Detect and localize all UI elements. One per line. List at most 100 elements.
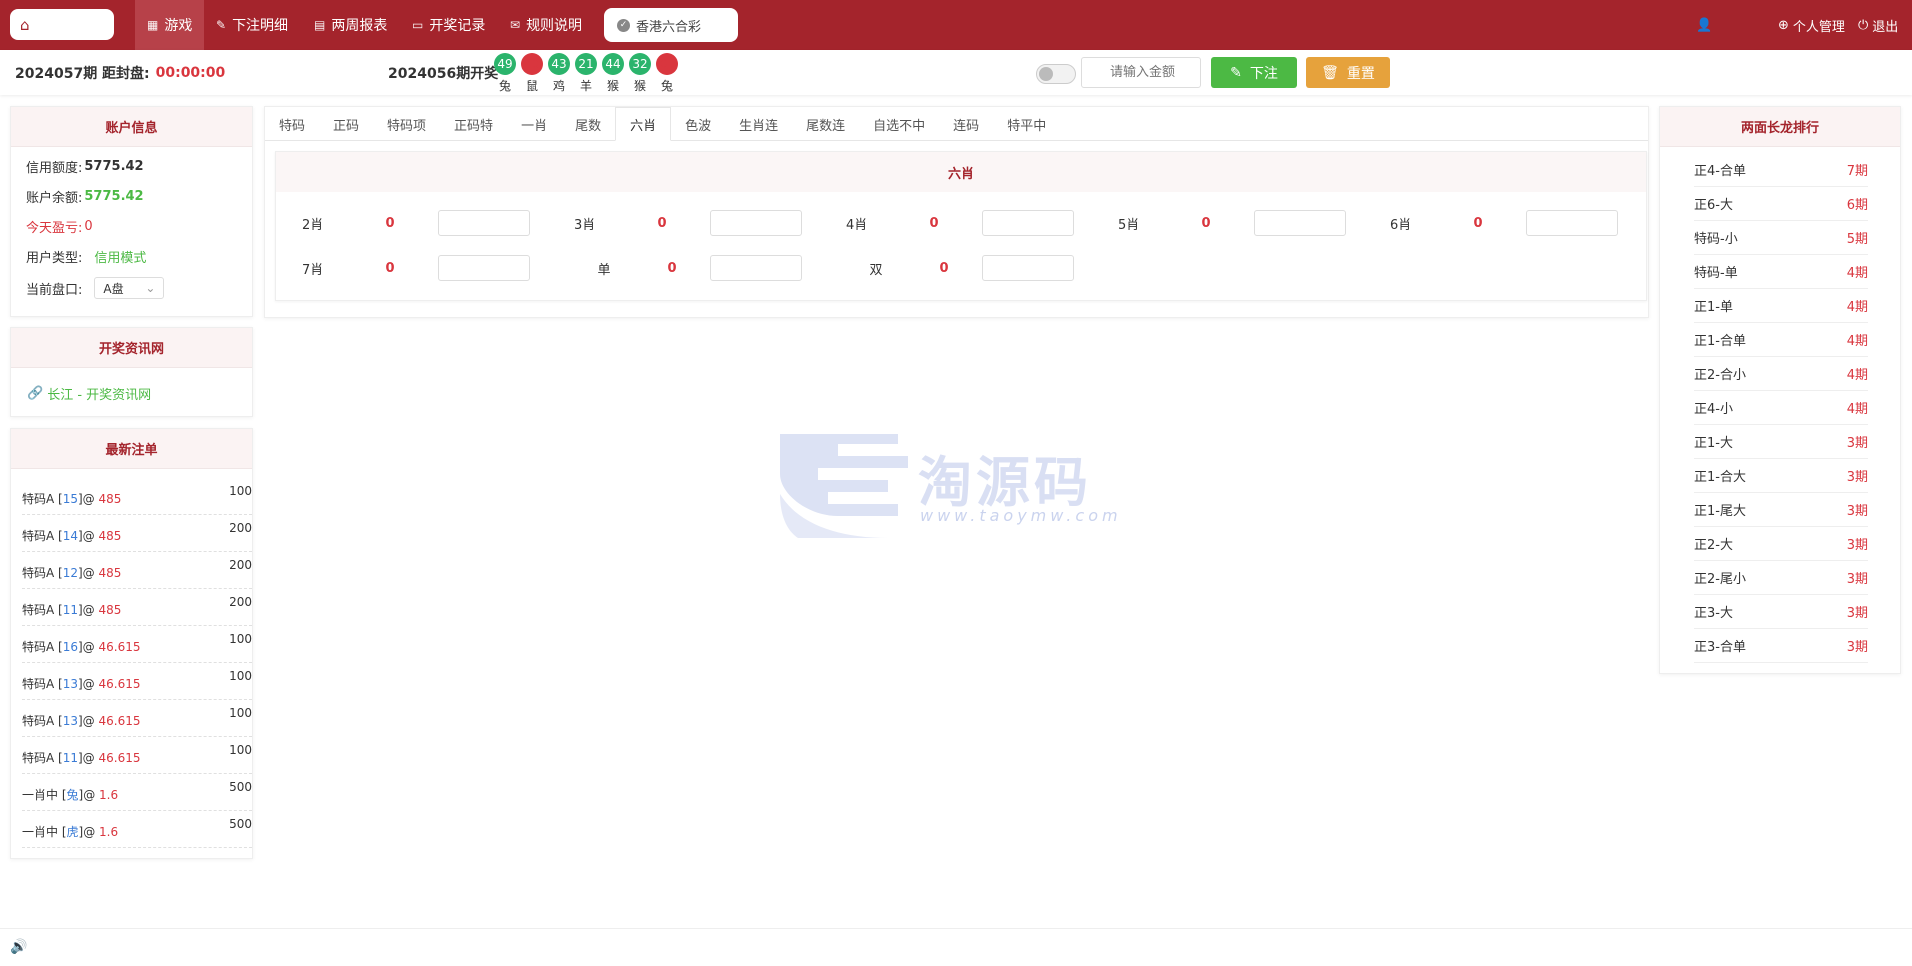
news-link[interactable]: 🔗 长江 - 开奖资讯网 (27, 384, 151, 403)
draw-ball: 43 鸡 (548, 53, 570, 94)
nav-bet-detail[interactable]: ✎ 下注明细 (216, 0, 288, 50)
rank-periods: 3期 (1846, 572, 1868, 587)
bet-item: 特码A [13]@ 46.615 100 (22, 700, 252, 737)
rank-item: 正3-大 3期 (1694, 595, 1868, 629)
ball-zodiac: 羊 (579, 79, 592, 93)
tab-item[interactable]: 一肖 (507, 107, 561, 141)
cell-amount-input[interactable] (1526, 210, 1618, 236)
rank-item: 正1-单 4期 (1694, 289, 1868, 323)
logout-button[interactable]: ⏻ 退出 (1858, 0, 1898, 50)
tab-item[interactable]: 特码 (265, 107, 319, 141)
account-panel: 账户信息 信用额度: 5775.42 账户余额: 5775.42 今天盈亏: 0… (10, 106, 253, 317)
ball-number: 40 (521, 53, 543, 75)
draw-ball: 21 羊 (575, 53, 597, 94)
draw-ball: 44 猴 (602, 53, 624, 94)
cell-name: 6肖 (1390, 217, 1412, 233)
cell-odds: 0 (657, 215, 667, 231)
link-icon: 🔗 (27, 386, 44, 401)
rank-periods: 4期 (1846, 402, 1868, 417)
ball-zodiac: 兔 (660, 79, 673, 93)
rank-name: 正4-合单 (1694, 164, 1746, 179)
cell-odds: 0 (385, 215, 395, 231)
latest-title: 最新注单 (11, 429, 252, 469)
tab-item[interactable]: 特平中 (993, 107, 1060, 141)
cell-amount-input[interactable] (710, 210, 802, 236)
amount-input[interactable] (1081, 57, 1201, 88)
user-button[interactable]: 👤 (1696, 0, 1712, 50)
tab-item[interactable]: 色波 (671, 107, 725, 141)
rank-name: 特码-单 (1694, 266, 1738, 281)
lottery-tab[interactable]: ✓ 香港六合彩 (604, 8, 738, 42)
footer-bar: 🔊 (0, 928, 1912, 966)
home-button[interactable]: ⌂ (10, 9, 114, 40)
ball-number: 44 (602, 53, 624, 75)
rank-name: 正2-合小 (1694, 368, 1746, 383)
tab-item[interactable]: 自选不中 (859, 107, 939, 141)
rank-item: 正4-合单 7期 (1694, 153, 1868, 187)
odds-cell: 6肖 0 (1390, 210, 1618, 236)
liuxiao-title: 六肖 (276, 152, 1646, 192)
cell-name: 3肖 (574, 217, 596, 233)
rank-periods: 6期 (1846, 198, 1868, 213)
ball-zodiac: 猴 (633, 79, 646, 93)
cell-amount-input[interactable] (710, 255, 802, 281)
tab-item[interactable]: 正码 (319, 107, 373, 141)
rank-periods: 3期 (1846, 436, 1868, 451)
odds-cell: 7肖 0 (302, 255, 530, 281)
nav-draw-record[interactable]: ▭ 开奖记录 (412, 0, 485, 50)
cell-amount-input[interactable] (438, 255, 530, 281)
tab-item[interactable]: 生肖连 (725, 107, 792, 141)
personal-button[interactable]: ⊕ 个人管理 (1778, 0, 1845, 50)
odds-cell: 2肖 0 (302, 210, 530, 236)
monitor-icon: ▭ (412, 18, 424, 32)
info-bar: 2024057期 距封盘: 00:00:00 2024056期开奖 49 兔 40… (0, 50, 1912, 95)
tab-item[interactable]: 连码 (939, 107, 993, 141)
cell-odds: 0 (667, 260, 677, 276)
draw-ball: 40 鼠 (521, 53, 543, 94)
trash-icon: 🗑 (1321, 64, 1339, 80)
top-nav: ⌂ ▦ 游戏 ✎ 下注明细 ▤ 两周报表 ▭ 开奖记录 ✉ 规则说明 ✓ 香港六… (0, 0, 1912, 50)
bet-amount: 100 (229, 669, 252, 683)
rank-item: 正1-合大 3期 (1694, 459, 1868, 493)
tab-item[interactable]: 尾数 (561, 107, 615, 141)
reset-button[interactable]: 🗑 重置 (1306, 57, 1390, 88)
rank-periods: 7期 (1846, 164, 1868, 179)
ball-zodiac: 鼠 (525, 79, 538, 93)
bet-amount: 200 (229, 595, 252, 609)
tab-item[interactable]: 尾数连 (792, 107, 859, 141)
speaker-icon[interactable]: 🔊 (10, 939, 27, 955)
bet-panel: 特码 正码 特码项 正码特 一肖 尾数 六肖 色波 生肖连 尾数连 自选不中 连码 特平中 六肖 2肖 … (264, 106, 1649, 318)
rank-item: 正4-小 4期 (1694, 391, 1868, 425)
nav-two-week-report[interactable]: ▤ 两周报表 (314, 0, 387, 50)
tab-item[interactable]: 六肖 (615, 107, 672, 141)
nav-rules[interactable]: ✉ 规则说明 (510, 0, 582, 50)
nav-game[interactable]: ▦ 游戏 (135, 0, 205, 50)
last-draw-label: 2024056期开奖 (388, 65, 499, 82)
cell-odds: 0 (1473, 215, 1483, 231)
quick-bet-toggle[interactable] (1036, 64, 1076, 84)
cell-amount-input[interactable] (438, 210, 530, 236)
cell-odds: 0 (929, 215, 939, 231)
bet-button[interactable]: ✎ 下注 (1211, 57, 1297, 88)
cell-amount-input[interactable] (1254, 210, 1346, 236)
draw-ball: 49 兔 (494, 53, 516, 94)
cell-odds: 0 (939, 260, 949, 276)
cell-odds: 0 (1201, 215, 1211, 231)
rank-periods: 3期 (1846, 538, 1868, 553)
ball-number: 49 (494, 53, 516, 75)
rank-item: 正1-尾大 3期 (1694, 493, 1868, 527)
cell-amount-input[interactable] (982, 255, 1074, 281)
ball-zodiac: 猴 (606, 79, 619, 93)
home-icon: ⌂ (20, 15, 30, 34)
ball-zodiac: 鸡 (552, 79, 565, 93)
cell-amount-input[interactable] (982, 210, 1074, 236)
bet-item: 一肖中 [虎]@ 1.6 500 (22, 811, 252, 848)
power-icon: ⏻ (1858, 17, 1869, 33)
plate-select[interactable]: A盘 ⌄ (94, 277, 165, 299)
rank-item: 正1-大 3期 (1694, 425, 1868, 459)
tab-item[interactable]: 正码特 (440, 107, 507, 141)
tab-item[interactable]: 特码项 (373, 107, 440, 141)
watermark-url: www.taoymw.com (920, 506, 1122, 525)
globe-icon: ⊕ (1778, 17, 1789, 33)
bet-item: 特码A [13]@ 46.615 100 (22, 663, 252, 700)
